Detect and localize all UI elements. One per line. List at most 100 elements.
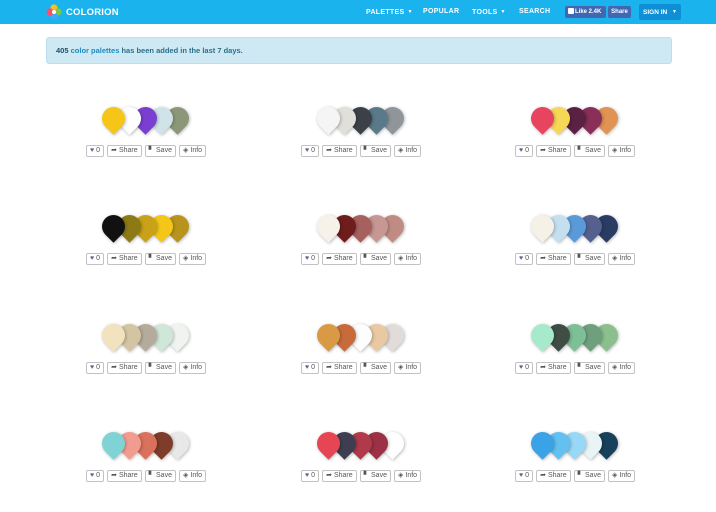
save-button-label: Save (371, 472, 387, 479)
save-button[interactable]: ▘ Save (573, 253, 605, 265)
heart-icon: ♥ (90, 472, 95, 479)
like-button-label: 0 (525, 255, 530, 262)
palette-swatches (97, 427, 202, 464)
like-button[interactable]: ♥ 0 (301, 470, 320, 482)
save-button[interactable]: ▘ Save (573, 470, 605, 482)
info-button[interactable]: ◈ Info (178, 253, 207, 265)
info-button[interactable]: ◈ Info (178, 470, 207, 482)
save-button-label: Save (371, 147, 387, 154)
share-button[interactable]: ➦ Share (322, 470, 357, 482)
palette-card: ♥ 0 ➦ Share ▘ Save ◈ Info (515, 319, 645, 404)
share-button-label: Share (547, 472, 567, 479)
new-palettes-alert: 405 color palettes has been added in the… (46, 37, 672, 64)
bookmark-icon: ▘ (363, 255, 370, 262)
bookmark-icon: ▘ (148, 364, 155, 371)
nav-tools[interactable]: TOOLS ▼ (472, 0, 506, 24)
nav-popular-label: POPULAR (423, 8, 460, 15)
share-button[interactable]: ➦ Share (107, 362, 142, 374)
share-icon: ➦ (540, 147, 546, 154)
facebook-like-button[interactable]: Like 2.4K (565, 6, 606, 18)
share-button[interactable]: ➦ Share (107, 253, 142, 265)
like-button-label: 0 (96, 255, 101, 262)
like-button-label: 0 (525, 364, 530, 371)
save-button[interactable]: ▘ Save (573, 362, 605, 374)
nav-tools-label: TOOLS (472, 9, 498, 16)
sign-in-button[interactable]: SIGN IN ▼ (639, 4, 681, 20)
like-button[interactable]: ♥ 0 (86, 362, 105, 374)
share-button[interactable]: ➦ Share (536, 362, 571, 374)
heart-icon: ♥ (305, 255, 310, 262)
info-button-label: Info (190, 364, 203, 371)
nav-popular[interactable]: POPULAR (423, 0, 459, 24)
palette-swatches (97, 102, 202, 139)
like-button[interactable]: ♥ 0 (86, 470, 105, 482)
save-button[interactable]: ▘ Save (144, 253, 176, 265)
palette-card: ♥ 0 ➦ Share ▘ Save ◈ Info (301, 319, 431, 404)
info-button[interactable]: ◈ Info (178, 362, 207, 374)
palette-card: ♥ 0 ➦ Share ▘ Save ◈ Info (301, 427, 431, 512)
share-button-label: Share (118, 364, 138, 371)
share-button[interactable]: ➦ Share (536, 470, 571, 482)
share-button[interactable]: ➦ Share (536, 145, 571, 157)
info-button[interactable]: ◈ Info (393, 253, 422, 265)
like-button[interactable]: ♥ 0 (515, 470, 534, 482)
share-button[interactable]: ➦ Share (322, 145, 357, 157)
bookmark-icon: ▘ (363, 147, 370, 154)
like-button-label: 0 (96, 472, 101, 479)
tag-icon: ◈ (611, 255, 618, 262)
info-button[interactable]: ◈ Info (393, 470, 422, 482)
palette-actions: ♥ 0 ➦ Share ▘ Save ◈ Info (515, 145, 636, 157)
save-button[interactable]: ▘ Save (359, 253, 391, 265)
share-button-label: Share (333, 255, 353, 262)
info-button[interactable]: ◈ Info (393, 145, 422, 157)
share-button[interactable]: ➦ Share (107, 470, 142, 482)
share-button[interactable]: ➦ Share (107, 145, 142, 157)
save-button[interactable]: ▘ Save (359, 145, 391, 157)
info-button[interactable]: ◈ Info (607, 145, 636, 157)
info-button[interactable]: ◈ Info (607, 470, 636, 482)
info-button[interactable]: ◈ Info (607, 253, 636, 265)
like-button[interactable]: ♥ 0 (515, 145, 534, 157)
like-button[interactable]: ♥ 0 (86, 253, 105, 265)
share-icon: ➦ (326, 255, 332, 262)
save-button[interactable]: ▘ Save (573, 145, 605, 157)
tag-icon: ◈ (397, 364, 404, 371)
share-icon: ➦ (540, 255, 546, 262)
save-button[interactable]: ▘ Save (144, 145, 176, 157)
like-button[interactable]: ♥ 0 (515, 362, 534, 374)
new-palettes-count: 405 (56, 46, 69, 55)
like-button-label: 0 (525, 472, 530, 479)
share-button-label: Share (118, 472, 138, 479)
like-button[interactable]: ♥ 0 (86, 145, 105, 157)
like-button[interactable]: ♥ 0 (301, 253, 320, 265)
share-button[interactable]: ➦ Share (322, 362, 357, 374)
save-button[interactable]: ▘ Save (359, 470, 391, 482)
info-button[interactable]: ◈ Info (393, 362, 422, 374)
nav-search[interactable]: SEARCH (519, 0, 550, 24)
brand-logo-link[interactable]: COLORION (46, 4, 119, 20)
info-button-label: Info (619, 472, 632, 479)
share-icon: ➦ (111, 472, 117, 479)
palette-actions: ♥ 0 ➦ Share ▘ Save ◈ Info (301, 362, 422, 374)
save-button[interactable]: ▘ Save (359, 362, 391, 374)
share-button[interactable]: ➦ Share (322, 253, 357, 265)
like-button-label: 0 (96, 364, 101, 371)
share-icon: ➦ (111, 364, 117, 371)
nav-search-label: SEARCH (519, 8, 551, 15)
palette-actions: ♥ 0 ➦ Share ▘ Save ◈ Info (515, 253, 636, 265)
tag-icon: ◈ (397, 147, 404, 154)
save-button[interactable]: ▘ Save (144, 362, 176, 374)
like-button[interactable]: ♥ 0 (301, 362, 320, 374)
like-button[interactable]: ♥ 0 (301, 145, 320, 157)
share-button-label: Share (547, 147, 567, 154)
save-button[interactable]: ▘ Save (144, 470, 176, 482)
save-button-label: Save (585, 364, 601, 371)
like-button[interactable]: ♥ 0 (515, 253, 534, 265)
info-button[interactable]: ◈ Info (178, 145, 207, 157)
bookmark-icon: ▘ (363, 472, 370, 479)
nav-palettes[interactable]: PALETTES ▼ (366, 0, 413, 24)
facebook-share-button[interactable]: Share (608, 6, 631, 18)
color-palettes-link[interactable]: color palettes (71, 46, 120, 55)
info-button[interactable]: ◈ Info (607, 362, 636, 374)
share-button[interactable]: ➦ Share (536, 253, 571, 265)
